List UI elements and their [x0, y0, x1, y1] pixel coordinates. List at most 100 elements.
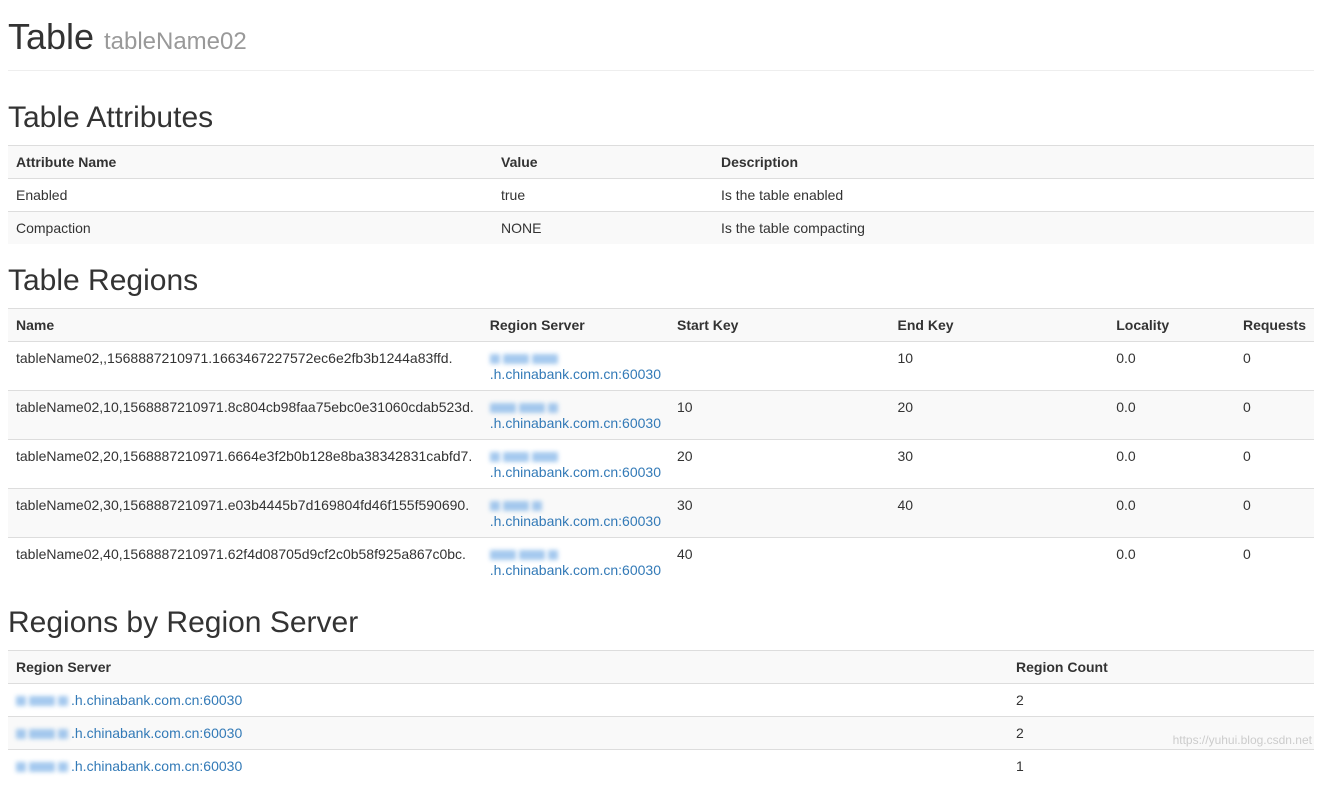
- redacted-icon: [519, 550, 545, 560]
- requests: 0: [1235, 489, 1314, 538]
- region-name: tableName02,10,1568887210971.8c804cb98fa…: [8, 391, 482, 440]
- region-server-cell: .h.chinabank.com.cn:60030: [482, 342, 669, 391]
- attr-value: NONE: [493, 212, 713, 245]
- table-row: .h.chinabank.com.cn:60030 2: [8, 684, 1314, 717]
- col-region-name: Name: [8, 309, 482, 342]
- page-header: Table tableName02: [8, 8, 1314, 71]
- redacted-icon: [503, 452, 529, 462]
- col-requests: Requests: [1235, 309, 1314, 342]
- region-count: 2: [1008, 684, 1314, 717]
- region-name: tableName02,40,1568887210971.62f4d08705d…: [8, 538, 482, 587]
- server-text: .h.chinabank.com.cn:60030: [71, 758, 242, 774]
- server-cell: .h.chinabank.com.cn:60030: [8, 750, 1008, 783]
- requests: 0: [1235, 538, 1314, 587]
- redacted-icon: [58, 762, 68, 772]
- server-link[interactable]: .h.chinabank.com.cn:60030: [16, 758, 242, 774]
- regions-header-row: Name Region Server Start Key End Key Loc…: [8, 309, 1314, 342]
- end-key: [890, 538, 1109, 587]
- redacted-icon: [519, 403, 545, 413]
- redacted-icon: [29, 762, 55, 772]
- start-key: 40: [669, 538, 890, 587]
- server-text: .h.chinabank.com.cn:60030: [71, 692, 242, 708]
- start-key: 10: [669, 391, 890, 440]
- region-server-text: .h.chinabank.com.cn:60030: [490, 464, 661, 480]
- region-server-link[interactable]: .h.chinabank.com.cn:60030: [490, 350, 661, 382]
- redacted-icon: [490, 452, 500, 462]
- region-server-cell: .h.chinabank.com.cn:60030: [482, 538, 669, 587]
- col-attr-value: Value: [493, 146, 713, 179]
- region-server-link[interactable]: .h.chinabank.com.cn:60030: [490, 448, 661, 480]
- locality: 0.0: [1108, 391, 1235, 440]
- page-subtitle: tableName02: [104, 28, 247, 55]
- watermark: https://yuhui.blog.csdn.net: [1173, 733, 1312, 747]
- attr-name: Compaction: [8, 212, 493, 245]
- requests: 0: [1235, 440, 1314, 489]
- col-end-key: End Key: [890, 309, 1109, 342]
- redacted-icon: [532, 452, 558, 462]
- col-count: Region Count: [1008, 651, 1314, 684]
- region-server-cell: .h.chinabank.com.cn:60030: [482, 440, 669, 489]
- redacted-icon: [490, 501, 500, 511]
- attr-desc: Is the table enabled: [713, 179, 1314, 212]
- regions-heading: Table Regions: [8, 264, 1314, 298]
- table-row: tableName02,40,1568887210971.62f4d08705d…: [8, 538, 1314, 587]
- redacted-icon: [29, 729, 55, 739]
- requests: 0: [1235, 391, 1314, 440]
- redacted-icon: [58, 729, 68, 739]
- locality: 0.0: [1108, 538, 1235, 587]
- table-row: Enabled true Is the table enabled: [8, 179, 1314, 212]
- region-server-link[interactable]: .h.chinabank.com.cn:60030: [490, 497, 661, 529]
- by-server-table: Region Server Region Count .h.chinabank.…: [8, 650, 1314, 782]
- server-link[interactable]: .h.chinabank.com.cn:60030: [16, 725, 242, 741]
- by-server-heading: Regions by Region Server: [8, 606, 1314, 640]
- start-key: 20: [669, 440, 890, 489]
- start-key: 30: [669, 489, 890, 538]
- server-link[interactable]: .h.chinabank.com.cn:60030: [16, 692, 242, 708]
- table-row: tableName02,20,1568887210971.6664e3f2b0b…: [8, 440, 1314, 489]
- redacted-icon: [29, 696, 55, 706]
- redacted-icon: [490, 403, 516, 413]
- end-key: 20: [890, 391, 1109, 440]
- region-name: tableName02,30,1568887210971.e03b4445b7d…: [8, 489, 482, 538]
- redacted-icon: [490, 354, 500, 364]
- start-key: [669, 342, 890, 391]
- table-row: tableName02,10,1568887210971.8c804cb98fa…: [8, 391, 1314, 440]
- col-attr-name: Attribute Name: [8, 146, 493, 179]
- region-server-text: .h.chinabank.com.cn:60030: [490, 562, 661, 578]
- table-row: Compaction NONE Is the table compacting: [8, 212, 1314, 245]
- col-start-key: Start Key: [669, 309, 890, 342]
- attr-value: true: [493, 179, 713, 212]
- attributes-table: Attribute Name Value Description Enabled…: [8, 145, 1314, 244]
- region-server-cell: .h.chinabank.com.cn:60030: [482, 489, 669, 538]
- table-row: tableName02,30,1568887210971.e03b4445b7d…: [8, 489, 1314, 538]
- redacted-icon: [16, 762, 26, 772]
- table-row: .h.chinabank.com.cn:60030 1: [8, 750, 1314, 783]
- server-cell: .h.chinabank.com.cn:60030: [8, 684, 1008, 717]
- redacted-icon: [503, 501, 529, 511]
- redacted-icon: [16, 696, 26, 706]
- col-attr-desc: Description: [713, 146, 1314, 179]
- region-server-link[interactable]: .h.chinabank.com.cn:60030: [490, 546, 661, 578]
- redacted-icon: [548, 403, 558, 413]
- redacted-icon: [548, 550, 558, 560]
- server-text: .h.chinabank.com.cn:60030: [71, 725, 242, 741]
- redacted-icon: [490, 550, 516, 560]
- requests: 0: [1235, 342, 1314, 391]
- region-server-link[interactable]: .h.chinabank.com.cn:60030: [490, 399, 661, 431]
- col-region-server: Region Server: [482, 309, 669, 342]
- region-server-text: .h.chinabank.com.cn:60030: [490, 513, 661, 529]
- attributes-header-row: Attribute Name Value Description: [8, 146, 1314, 179]
- redacted-icon: [58, 696, 68, 706]
- redacted-icon: [532, 501, 542, 511]
- col-locality: Locality: [1108, 309, 1235, 342]
- redacted-icon: [503, 354, 529, 364]
- page-title: Table: [8, 16, 94, 57]
- col-server: Region Server: [8, 651, 1008, 684]
- table-row: tableName02,,1568887210971.1663467227572…: [8, 342, 1314, 391]
- redacted-icon: [16, 729, 26, 739]
- locality: 0.0: [1108, 342, 1235, 391]
- region-name: tableName02,,1568887210971.1663467227572…: [8, 342, 482, 391]
- table-row: .h.chinabank.com.cn:60030 2: [8, 717, 1314, 750]
- region-count: 1: [1008, 750, 1314, 783]
- server-cell: .h.chinabank.com.cn:60030: [8, 717, 1008, 750]
